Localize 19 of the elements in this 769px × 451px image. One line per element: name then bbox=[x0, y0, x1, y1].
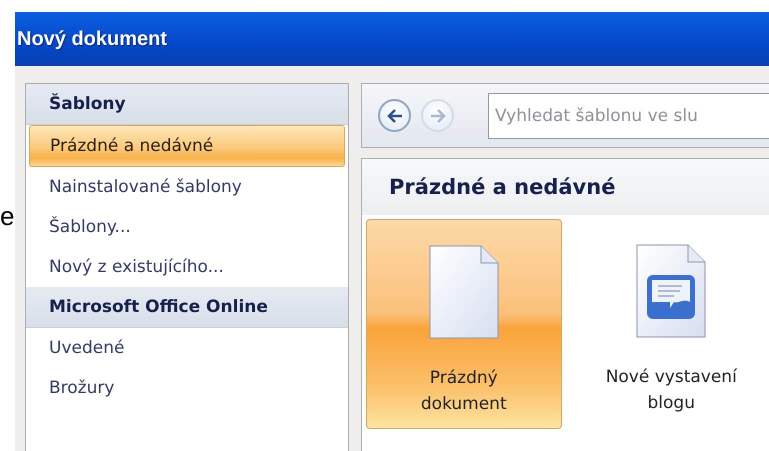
sidebar-header: Šablony bbox=[26, 84, 348, 125]
blank-document-icon bbox=[428, 245, 499, 339]
window-title: Nový dokument bbox=[17, 28, 168, 50]
background-text: e bbox=[0, 200, 15, 233]
template-tile[interactable]: Prázdný dokument bbox=[366, 219, 562, 429]
section-title: Prázdné a nedávné bbox=[389, 175, 616, 199]
back-arrow-icon bbox=[386, 108, 404, 124]
back-button[interactable] bbox=[378, 99, 411, 132]
sidebar-item[interactable]: Brožury bbox=[29, 368, 345, 408]
forward-arrow-icon bbox=[428, 108, 446, 124]
sidebar-item[interactable]: Nainstalované šablony bbox=[29, 167, 345, 207]
sidebar-item[interactable]: Uvedené bbox=[29, 328, 345, 368]
sidebar-item[interactable]: Prázdné a nedávné bbox=[29, 125, 345, 167]
blog-document-icon bbox=[636, 244, 706, 338]
sidebar-item[interactable]: Nový z existujícího... bbox=[29, 247, 345, 287]
template-tile[interactable]: Nové vystavení blogu bbox=[574, 219, 769, 429]
search-field[interactable]: Vyhledat šablonu ve slu bbox=[488, 92, 769, 138]
sidebar-item[interactable]: Šablony... bbox=[29, 207, 345, 247]
sidebar-header: Microsoft Office Online bbox=[26, 287, 348, 328]
